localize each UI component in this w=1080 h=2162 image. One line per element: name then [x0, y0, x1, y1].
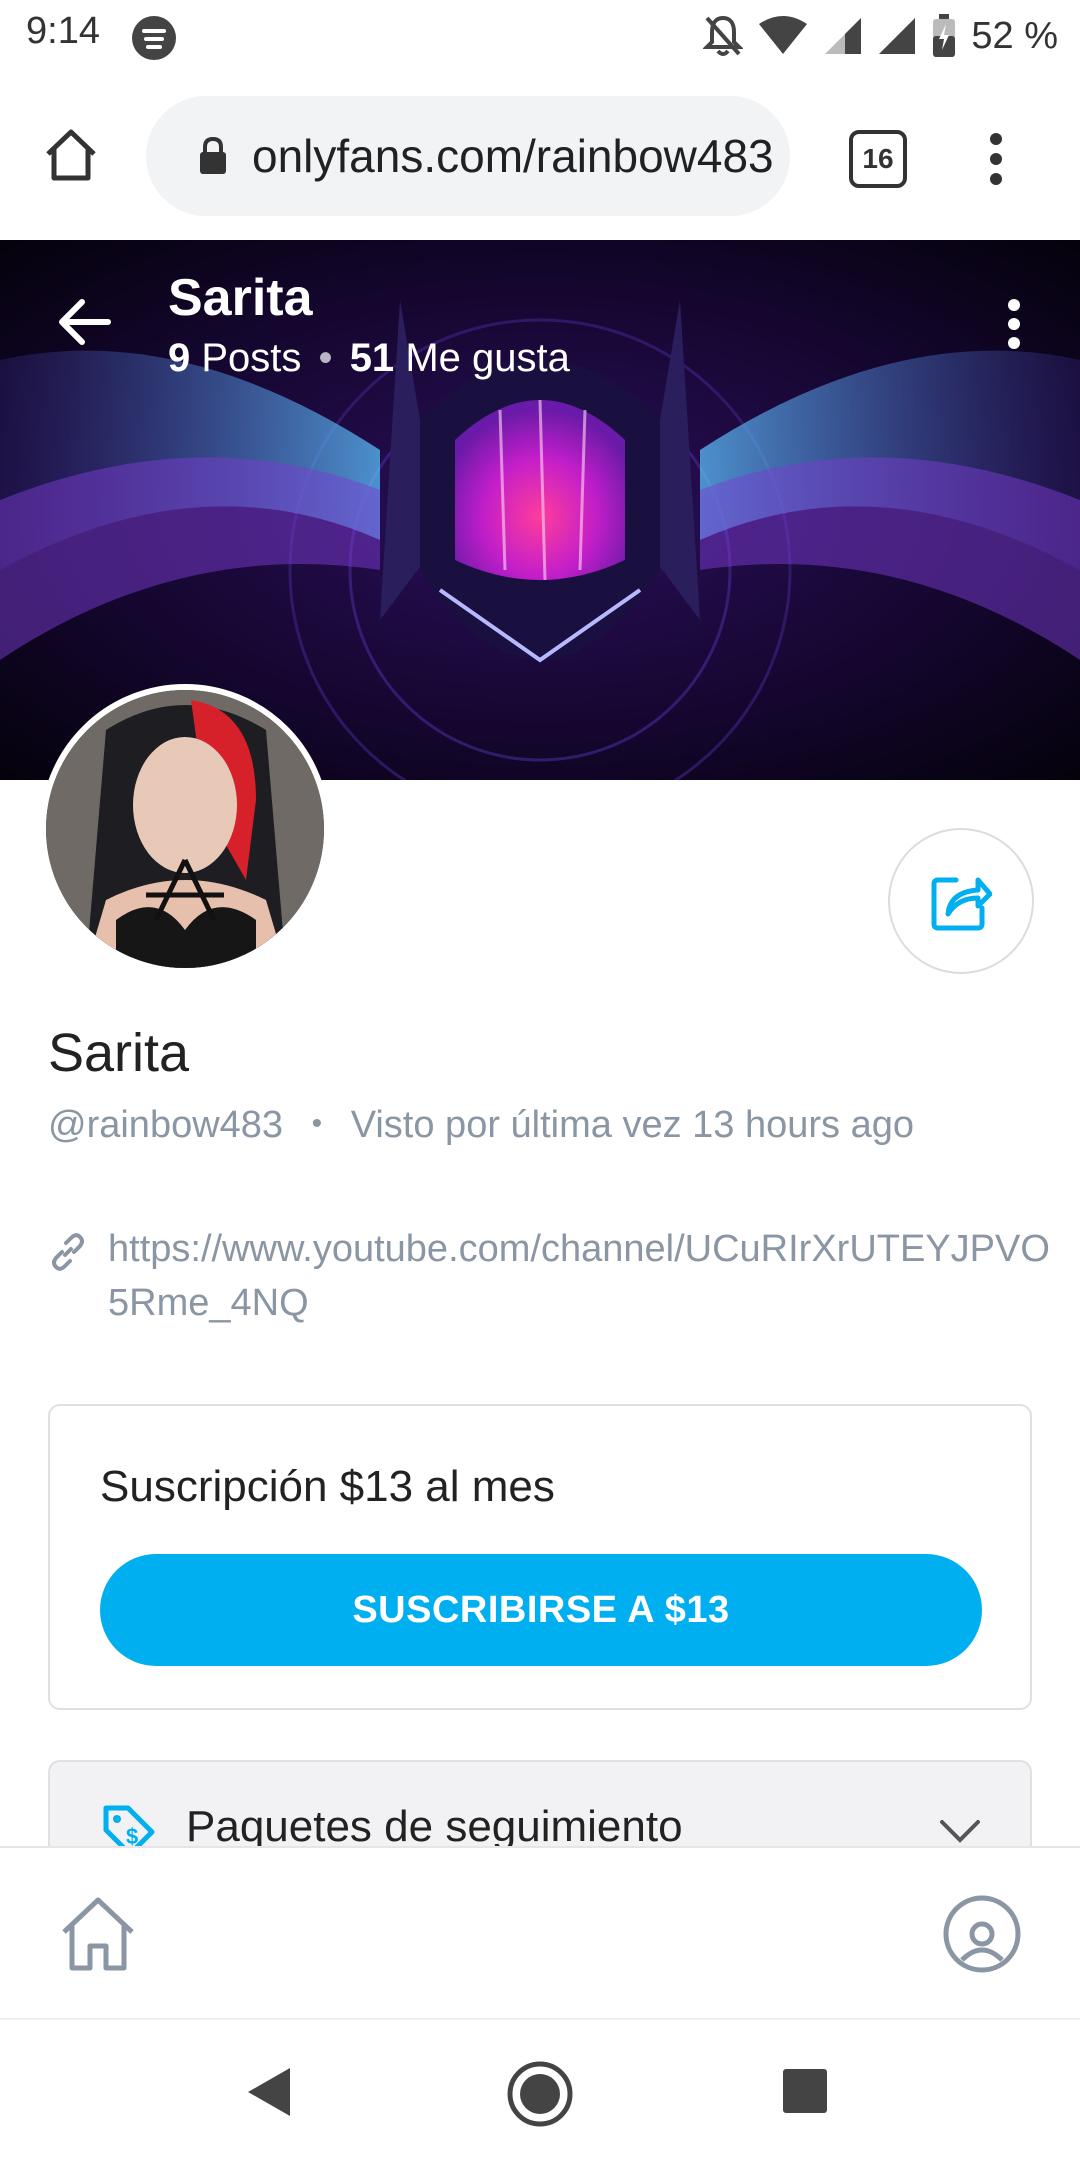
status-bar: 9:14 52 %: [0, 0, 1080, 74]
posts-count: 9: [168, 336, 191, 380]
url-bar[interactable]: onlyfans.com/rainbow483: [146, 96, 790, 216]
tab-switcher-button[interactable]: 16: [849, 130, 907, 188]
status-time: 9:14: [26, 10, 100, 52]
likes-label: Me gusta: [405, 336, 570, 380]
recents-square-icon[interactable]: [782, 2068, 828, 2114]
share-icon: [931, 877, 992, 931]
bundles-label: Paquetes de seguimiento: [186, 1802, 683, 1851]
profile-handle: @rainbow483: [48, 1104, 284, 1146]
home-nav-icon[interactable]: [56, 1892, 140, 1976]
spotify-icon: [132, 16, 176, 60]
subscribe-button[interactable]: SUSCRIBIRSE A $13: [100, 1554, 982, 1666]
back-arrow-icon[interactable]: [56, 296, 112, 348]
subscription-title: Suscripción $13 al mes: [100, 1462, 555, 1511]
lock-icon: [200, 136, 226, 174]
avatar[interactable]: [40, 684, 330, 974]
header-stats: 9 Posts • 51 Me gusta: [168, 336, 570, 380]
home-circle-icon[interactable]: [506, 2060, 574, 2128]
battery-icon: [933, 14, 956, 57]
more-options-icon[interactable]: [1004, 298, 1024, 350]
mute-icon: [703, 15, 744, 56]
home-icon[interactable]: [42, 126, 100, 184]
wifi-icon: [759, 16, 808, 54]
subscription-card: Suscripción $13 al mes SUSCRIBIRSE A $13: [48, 1404, 1032, 1710]
menu-dots-icon[interactable]: [986, 132, 1006, 186]
app-bottom-nav: [0, 1846, 1080, 2020]
last-seen: Visto por última vez 13 hours ago: [350, 1104, 914, 1146]
posts-label: Posts: [201, 336, 302, 380]
profile-name: Sarita: [48, 1023, 190, 1083]
likes-count: 51: [349, 336, 395, 380]
profile-nav-icon[interactable]: [940, 1892, 1024, 1976]
system-nav-bar: [0, 2018, 1080, 2162]
url-text[interactable]: onlyfans.com/rainbow483: [252, 129, 774, 183]
back-triangle-icon[interactable]: [244, 2066, 292, 2118]
share-button[interactable]: [888, 828, 1034, 974]
status-icons: 52 %: [703, 8, 1058, 64]
profile-meta: @rainbow483 • Visto por última vez 13 ho…: [48, 1104, 914, 1146]
browser-toolbar: onlyfans.com/rainbow483 16: [0, 74, 1080, 241]
link-icon: [52, 1233, 84, 1271]
signal-icon: [825, 18, 862, 54]
header-title: Sarita: [168, 269, 313, 327]
chevron-down-icon[interactable]: [938, 1818, 982, 1846]
battery-percent: 52 %: [971, 14, 1058, 57]
avatar-image: [46, 690, 324, 968]
profile-link-text[interactable]: https://www.youtube.com/channel/UCuRIrXr…: [108, 1222, 1068, 1330]
signal-icon-2: [879, 18, 916, 54]
